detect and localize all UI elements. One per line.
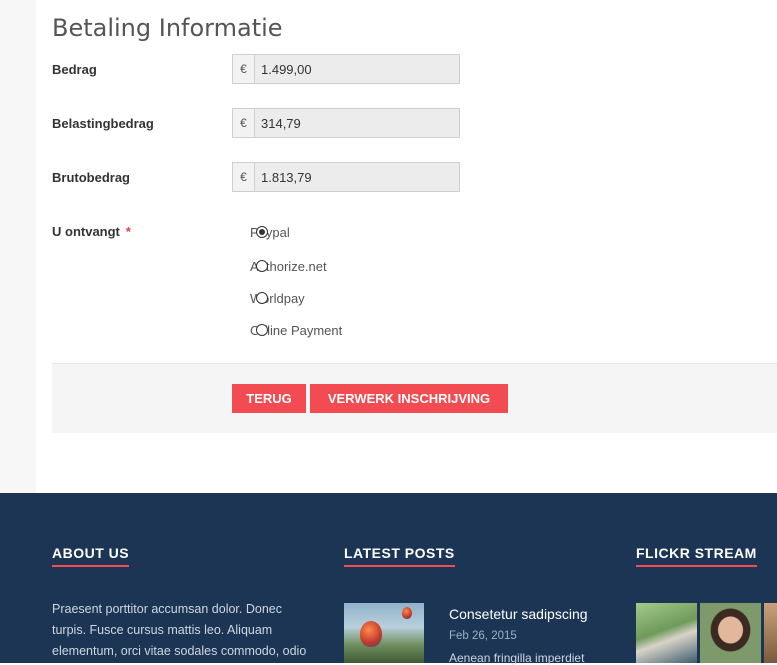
flickr-photo[interactable] (764, 603, 777, 663)
payment-option-authorize-net[interactable]: Authorize.net (250, 257, 327, 275)
about-us-heading: ABOUT US (52, 545, 130, 567)
gross-amount-value: 1.813,79 (261, 169, 312, 185)
flickr-stream-heading: FLICKR STREAM (636, 545, 757, 567)
amount-label: Bedrag (52, 62, 97, 77)
site-footer: ABOUT US LATEST POSTS FLICKR STREAM Prae… (0, 493, 777, 665)
amount-value: 1.499,00 (261, 61, 312, 77)
payment-method-label: U ontvangt * (52, 224, 131, 239)
euro-icon: € (233, 163, 255, 191)
section-title: Betaling Informatie (52, 14, 283, 42)
euro-icon: € (233, 109, 255, 137)
heading-underline (636, 565, 757, 567)
tax-amount-value: 314,79 (261, 115, 301, 131)
euro-icon: € (233, 55, 255, 83)
post-date: Feb 26, 2015 (449, 630, 517, 642)
required-asterisk: * (125, 224, 131, 239)
payment-option-offline[interactable]: Offline Payment (250, 321, 342, 339)
flickr-photo[interactable] (636, 603, 697, 663)
gross-amount-field[interactable]: € 1.813,79 (232, 162, 460, 192)
hot-air-balloon-image (360, 621, 382, 647)
about-us-text: Praesent porttitor accumsan dolor. Donec… (52, 602, 307, 658)
amount-field[interactable]: € 1.499,00 (232, 54, 460, 84)
page-left-margin (0, 0, 36, 493)
process-registration-button[interactable]: VERWERK INSCHRIJVING (310, 384, 508, 413)
payment-option-worldpay[interactable]: Worldpay (250, 289, 305, 307)
radio-button[interactable] (256, 260, 268, 272)
radio-button[interactable] (256, 324, 268, 336)
latest-posts-heading: LATEST POSTS (344, 545, 455, 567)
hot-air-balloon-image (402, 607, 412, 619)
flickr-photo[interactable] (700, 603, 761, 663)
post-thumbnail[interactable] (344, 603, 424, 663)
payment-method-label-text: U ontvangt (52, 224, 120, 239)
gross-amount-label: Brutobedrag (52, 170, 130, 185)
latest-posts-heading-text: LATEST POSTS (344, 545, 455, 561)
flickr-stream-heading-text: FLICKR STREAM (636, 545, 757, 561)
about-us-heading-text: ABOUT US (52, 545, 130, 561)
back-button[interactable]: TERUG (232, 384, 306, 413)
form-actions: TERUG VERWERK INSCHRIJVING (52, 363, 777, 433)
tax-amount-field[interactable]: € 314,79 (232, 108, 460, 138)
tax-amount-label: Belastingbedrag (52, 116, 154, 131)
radio-button[interactable] (256, 226, 268, 238)
heading-underline (344, 565, 455, 567)
post-title-link[interactable]: Consetetur sadipscing (449, 606, 588, 622)
radio-button[interactable] (256, 292, 268, 304)
heading-underline (52, 565, 130, 567)
payment-option-paypal[interactable]: Paypal (250, 223, 290, 241)
